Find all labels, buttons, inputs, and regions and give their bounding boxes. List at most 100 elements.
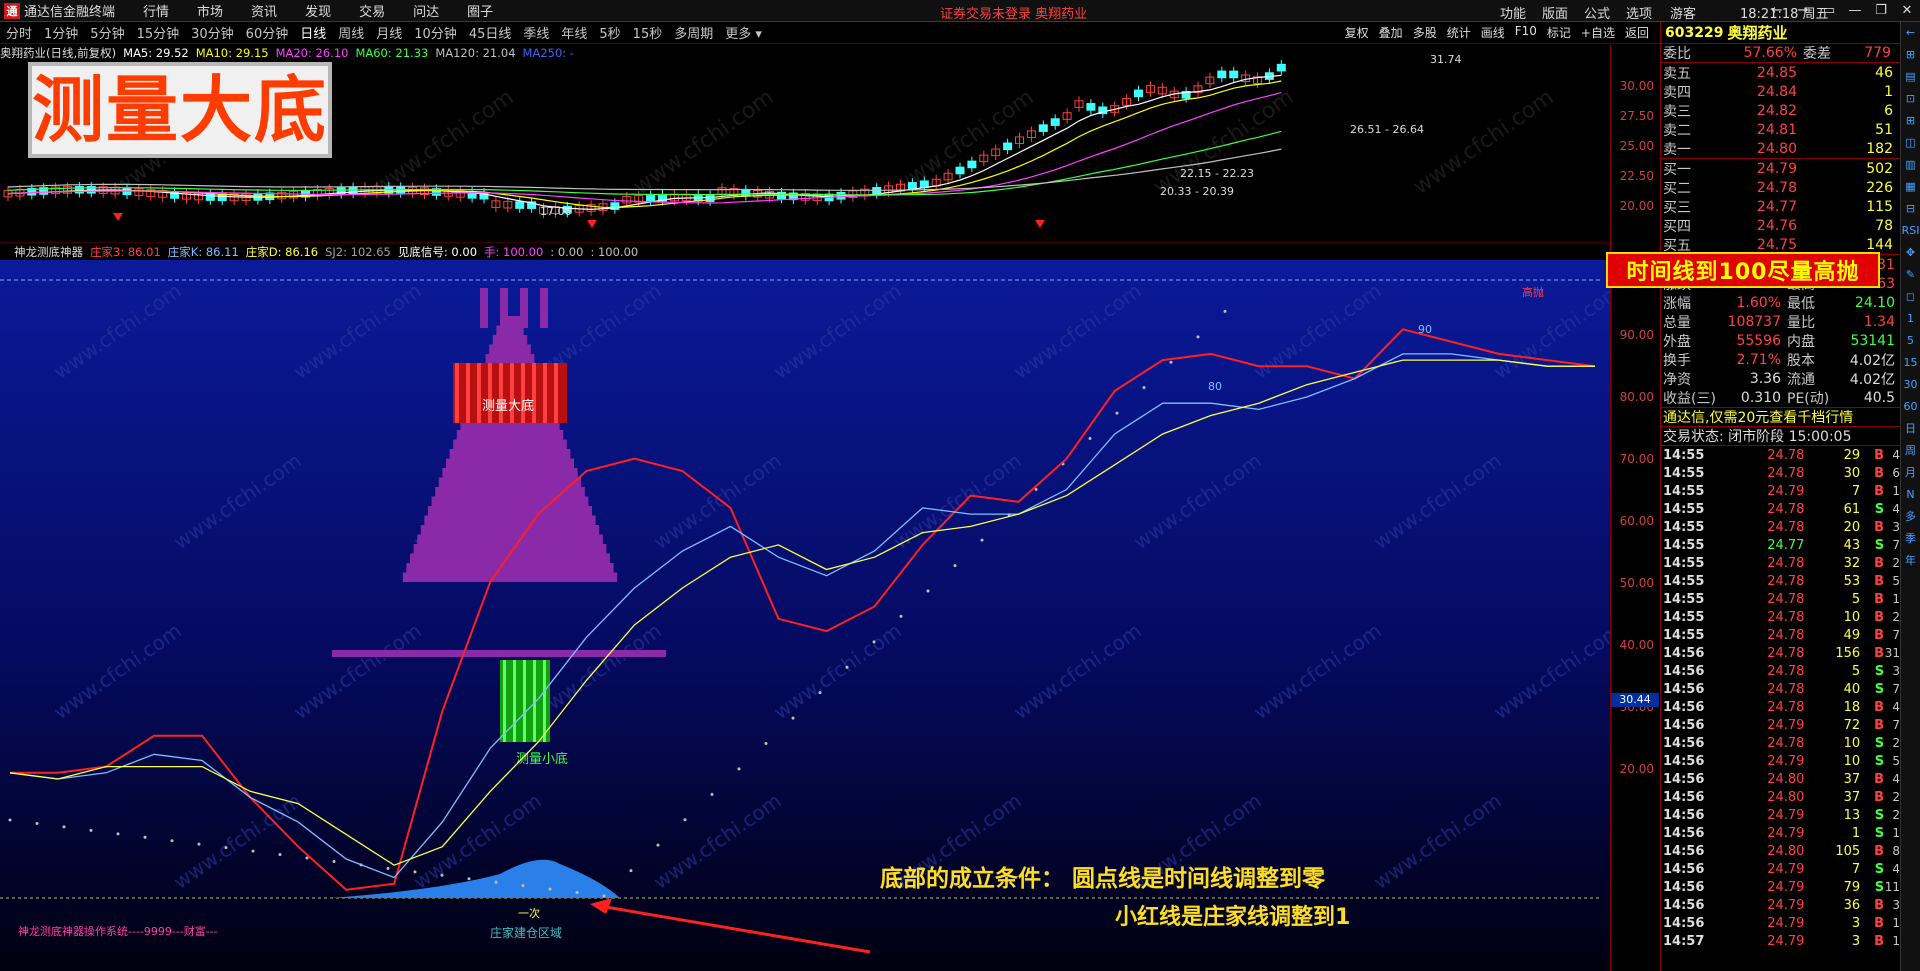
sidebar-tool-icon[interactable]: ⊡	[1901, 88, 1920, 110]
tick-row[interactable]: 14:56 24.79 7 S 4	[1661, 860, 1900, 878]
tick-row[interactable]: 14:56 24.79 79 S 11	[1661, 878, 1900, 896]
sidebar-tool-icon[interactable]: 1	[1901, 308, 1920, 330]
period-more[interactable]: 更多 ▾	[725, 23, 762, 42]
period-monthly[interactable]: 月线	[376, 23, 402, 42]
menu-options[interactable]: 选项	[1626, 3, 1652, 22]
stock-code[interactable]: 603229	[1665, 25, 1723, 41]
tool-multi-stock[interactable]: 多股	[1413, 24, 1437, 41]
period-30min[interactable]: 30分钟	[191, 23, 234, 42]
period-15min[interactable]: 15分钟	[137, 23, 180, 42]
forward-icon[interactable]: →	[1790, 0, 1816, 22]
sidebar-tool-icon[interactable]: ◻	[1901, 286, 1920, 308]
tick-row[interactable]: 14:56 24.78 5 S 3	[1661, 662, 1900, 680]
tool-overlay[interactable]: 叠加	[1379, 24, 1403, 41]
sidebar-tool-icon[interactable]: ✎	[1901, 264, 1920, 286]
sidebar-tool-icon[interactable]: 季	[1901, 528, 1920, 550]
sidebar-tool-icon[interactable]: ▤	[1901, 66, 1920, 88]
indicator-name[interactable]: 神龙测底神器	[14, 244, 83, 260]
tick-row[interactable]: 14:56 24.78 156 B 31	[1661, 644, 1900, 662]
sidebar-tool-icon[interactable]: 年	[1901, 550, 1920, 572]
sidebar-tool-icon[interactable]: ⊟	[1901, 198, 1920, 220]
tick-row[interactable]: 14:56 24.80 105 B 8	[1661, 842, 1900, 860]
promo-row[interactable]: 通达信,仅需20元查看千档行情	[1661, 408, 1900, 427]
tick-row[interactable]: 14:55 24.78 53 B 5	[1661, 572, 1900, 590]
layout-icon[interactable]: ▭	[1816, 0, 1842, 22]
period-10min[interactable]: 10分钟	[414, 23, 457, 42]
tick-row[interactable]: 14:57 24.79 3 B 1	[1661, 932, 1900, 950]
tool-fuquan[interactable]: 复权	[1345, 24, 1369, 41]
tick-row[interactable]: 14:56 24.79 36 B 3	[1661, 896, 1900, 914]
tick-row[interactable]: 14:55 24.78 61 S 4	[1661, 500, 1900, 518]
tick-row[interactable]: 14:56 24.78 40 S 7	[1661, 680, 1900, 698]
login-notice[interactable]: 证券交易未登录 奥翔药业	[940, 3, 1087, 22]
guest-label[interactable]: 游客	[1670, 3, 1696, 22]
tick-row[interactable]: 14:55 24.78 49 B 7	[1661, 626, 1900, 644]
tick-row[interactable]: 14:55 24.78 10 B 2	[1661, 608, 1900, 626]
sidebar-tool-icon[interactable]: 15	[1901, 352, 1920, 374]
tool-add-favorite[interactable]: +自选	[1581, 24, 1615, 41]
indicator-chart[interactable]: www.cfchi.com www.cfchi.com www.cfchi.com w…	[0, 260, 1610, 971]
sidebar-tool-icon[interactable]: ◫	[1901, 132, 1920, 154]
menu-function[interactable]: 功能	[1500, 3, 1526, 22]
period-5sec[interactable]: 5秒	[599, 23, 620, 42]
tick-row[interactable]: 14:56 24.79 10 S 5	[1661, 752, 1900, 770]
tick-row[interactable]: 14:55 24.78 5 B 1	[1661, 590, 1900, 608]
sidebar-tool-icon[interactable]: 多	[1901, 506, 1920, 528]
bid-row[interactable]: 买三 24.77 115	[1661, 197, 1900, 216]
back-icon[interactable]: ←	[1764, 0, 1790, 22]
sidebar-tool-icon[interactable]: 5	[1901, 330, 1920, 352]
period-5min[interactable]: 5分钟	[90, 23, 124, 42]
tick-row[interactable]: 14:56 24.80 37 B 2	[1661, 788, 1900, 806]
period-daily[interactable]: 日线	[300, 23, 326, 42]
sidebar-tool-icon[interactable]: ⊞	[1901, 110, 1920, 132]
tick-row[interactable]: 14:55 24.78 30 B 6	[1661, 464, 1900, 482]
tool-back[interactable]: 返回	[1625, 24, 1649, 41]
tick-row[interactable]: 14:55 24.78 32 B 2	[1661, 554, 1900, 572]
period-year[interactable]: 年线	[561, 23, 587, 42]
tick-row[interactable]: 14:55 24.77 43 S 7	[1661, 536, 1900, 554]
tick-row[interactable]: 14:56 24.79 13 S 2	[1661, 806, 1900, 824]
menu-market[interactable]: 市场	[197, 1, 223, 20]
tool-f10[interactable]: F10	[1515, 24, 1537, 41]
promo-text[interactable]: 通达信,仅需20元查看千档行情	[1663, 407, 1853, 427]
menu-wenda[interactable]: 问达	[413, 1, 439, 20]
menu-quotes[interactable]: 行情	[143, 1, 169, 20]
period-quarter[interactable]: 季线	[523, 23, 549, 42]
tool-draw[interactable]: 画线	[1481, 24, 1505, 41]
sidebar-tool-icon[interactable]: 周	[1901, 440, 1920, 462]
sidebar-tool-icon[interactable]: ✥	[1901, 242, 1920, 264]
sidebar-tool-icon[interactable]: 30	[1901, 374, 1920, 396]
tick-row[interactable]: 14:56 24.79 3 B 1	[1661, 914, 1900, 932]
tick-row[interactable]: 14:55 24.78 20 B 3	[1661, 518, 1900, 536]
menu-layout[interactable]: 版面	[1542, 3, 1568, 22]
menu-formula[interactable]: 公式	[1584, 3, 1610, 22]
sidebar-tool-icon[interactable]: 月	[1901, 462, 1920, 484]
sidebar-tool-icon[interactable]: ▥	[1901, 154, 1920, 176]
sidebar-tool-icon[interactable]: N	[1901, 484, 1920, 506]
period-15sec[interactable]: 15秒	[633, 23, 663, 42]
close-icon[interactable]: ✕	[1894, 0, 1920, 22]
tick-row[interactable]: 14:55 24.78 29 B 4	[1661, 446, 1900, 464]
menu-news[interactable]: 资讯	[251, 1, 277, 20]
ask-row[interactable]: 卖一 24.80 182	[1661, 139, 1900, 158]
sidebar-tool-icon[interactable]: 日	[1901, 418, 1920, 440]
sidebar-tool-icon[interactable]: RSI	[1901, 220, 1920, 242]
bid-row[interactable]: 买二 24.78 226	[1661, 178, 1900, 197]
tick-row[interactable]: 14:56 24.79 72 B 7	[1661, 716, 1900, 734]
period-45day[interactable]: 45日线	[469, 23, 512, 42]
ask-row[interactable]: 卖三 24.82 6	[1661, 101, 1900, 120]
tick-row[interactable]: 14:56 24.78 10 S 2	[1661, 734, 1900, 752]
stock-name[interactable]: 奥翔药业	[1727, 22, 1787, 43]
ask-row[interactable]: 卖四 24.84 1	[1661, 82, 1900, 101]
period-multi[interactable]: 多周期	[674, 23, 713, 42]
period-fenshi[interactable]: 分时	[6, 23, 32, 42]
tool-stats[interactable]: 统计	[1447, 24, 1471, 41]
bid-row[interactable]: 买一 24.79 502	[1661, 159, 1900, 178]
period-60min[interactable]: 60分钟	[246, 23, 289, 42]
tick-row[interactable]: 14:55 24.79 7 B 1	[1661, 482, 1900, 500]
sidebar-tool-icon[interactable]: ←	[1901, 22, 1920, 44]
menu-discover[interactable]: 发现	[305, 1, 331, 20]
ask-row[interactable]: 卖二 24.81 51	[1661, 120, 1900, 139]
period-1min[interactable]: 1分钟	[44, 23, 78, 42]
minimize-icon[interactable]: —	[1842, 0, 1868, 22]
